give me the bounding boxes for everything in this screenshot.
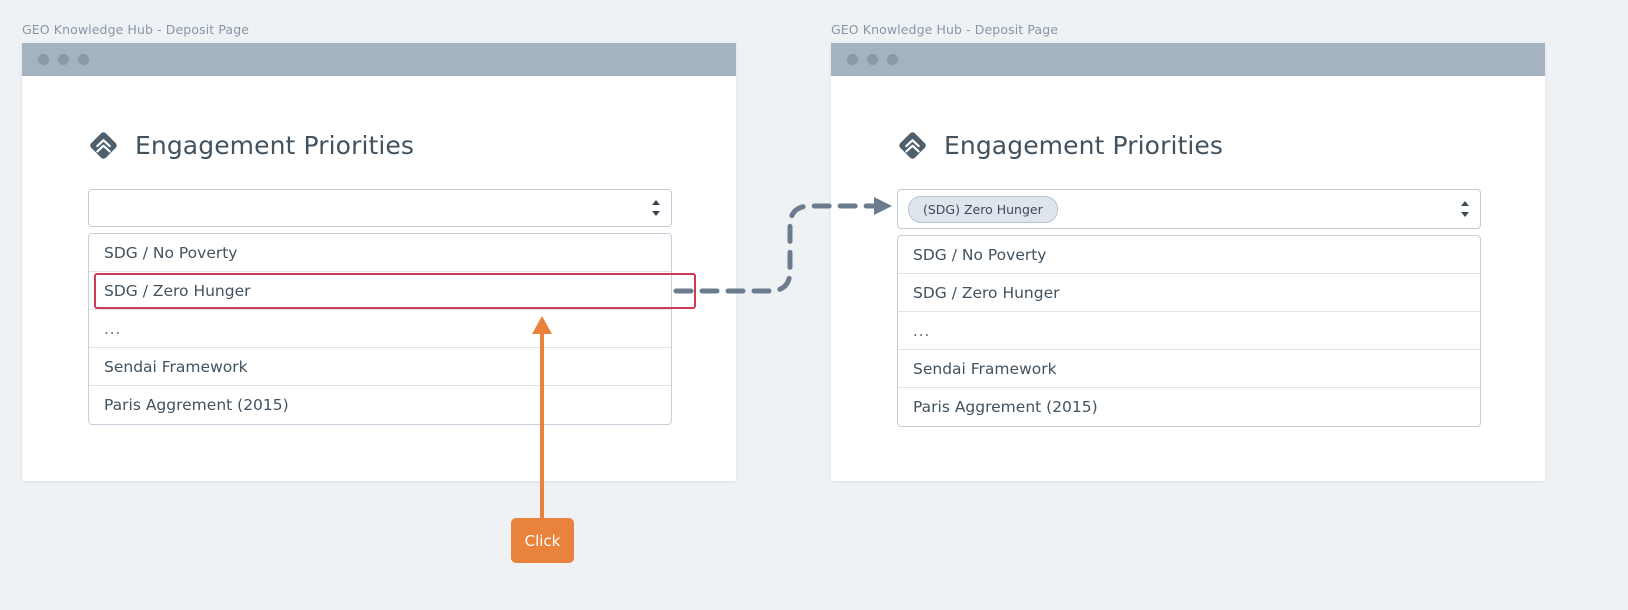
- engagement-priorities-options-right: SDG / No Poverty SDG / Zero Hunger ... S…: [897, 235, 1481, 427]
- window-minimize-dot[interactable]: [58, 54, 69, 65]
- option-item[interactable]: SDG / Zero Hunger: [898, 274, 1480, 312]
- option-item[interactable]: ...: [89, 310, 671, 348]
- section-heading-right: Engagement Priorities: [831, 76, 1545, 161]
- engagement-priorities-select-wrap-right: (SDG) Zero Hunger: [897, 189, 1481, 229]
- panel-after: GEO Knowledge Hub - Deposit Page Engagem…: [831, 22, 1545, 481]
- window-close-dot[interactable]: [847, 54, 858, 65]
- window-body-left: Engagement Priorities SDG / No Poverty S…: [22, 76, 736, 481]
- select-spinner-icon-right[interactable]: [1460, 201, 1469, 217]
- section-heading-left: Engagement Priorities: [22, 76, 736, 161]
- option-item[interactable]: Sendai Framework: [89, 348, 671, 386]
- engagement-priorities-select-wrap-left: [88, 189, 672, 227]
- window-minimize-dot[interactable]: [867, 54, 878, 65]
- option-item[interactable]: SDG / No Poverty: [89, 234, 671, 272]
- panel-caption-right: GEO Knowledge Hub - Deposit Page: [831, 22, 1059, 37]
- option-item[interactable]: SDG / No Poverty: [898, 236, 1480, 274]
- engagement-priorities-select-right[interactable]: (SDG) Zero Hunger: [897, 189, 1481, 229]
- click-callout-badge: Click: [511, 518, 574, 563]
- window-titlebar-left: [22, 43, 736, 76]
- double-chevron-up-diamond-icon: [897, 130, 928, 161]
- select-spinner-icon-left[interactable]: [651, 200, 660, 216]
- panel-caption-left: GEO Knowledge Hub - Deposit Page: [22, 22, 250, 37]
- option-item[interactable]: Sendai Framework: [898, 350, 1480, 388]
- panel-before: GEO Knowledge Hub - Deposit Page Engagem…: [22, 22, 736, 481]
- window-maximize-dot[interactable]: [78, 54, 89, 65]
- option-item[interactable]: ...: [898, 312, 1480, 350]
- engagement-priorities-select-left[interactable]: [88, 189, 672, 227]
- engagement-priorities-options-left: SDG / No Poverty SDG / Zero Hunger ... S…: [88, 233, 672, 425]
- window-body-right: Engagement Priorities (SDG) Zero Hunger …: [831, 76, 1545, 481]
- page-title-right: Engagement Priorities: [944, 131, 1224, 160]
- window-titlebar-right: [831, 43, 1545, 76]
- click-callout-label: Click: [524, 531, 561, 550]
- screenshot-root: GEO Knowledge Hub - Deposit Page Engagem…: [0, 0, 1628, 610]
- option-item[interactable]: Paris Aggrement (2015): [89, 386, 671, 424]
- page-title-left: Engagement Priorities: [135, 131, 415, 160]
- option-item-highlighted[interactable]: SDG / Zero Hunger: [89, 272, 671, 310]
- double-chevron-up-diamond-icon: [88, 130, 119, 161]
- browser-window-right: Engagement Priorities (SDG) Zero Hunger …: [831, 43, 1545, 481]
- option-item[interactable]: Paris Aggrement (2015): [898, 388, 1480, 426]
- selected-value-chip[interactable]: (SDG) Zero Hunger: [908, 195, 1058, 223]
- window-close-dot[interactable]: [38, 54, 49, 65]
- browser-window-left: Engagement Priorities SDG / No Poverty S…: [22, 43, 736, 481]
- window-maximize-dot[interactable]: [887, 54, 898, 65]
